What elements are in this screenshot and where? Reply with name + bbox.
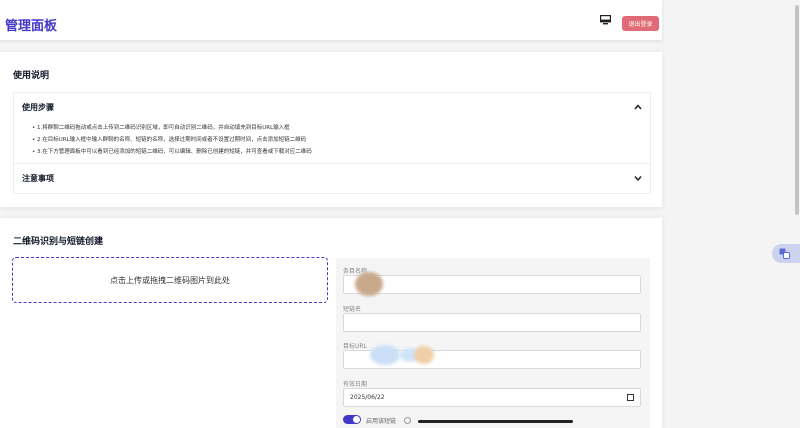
expiry-date-field[interactable]: 2025/06/22 [343, 388, 641, 407]
calendar-icon[interactable] [627, 394, 634, 401]
dropzone-text: 点击上传或拖拽二维码图片到此处 [110, 275, 230, 285]
expiry-label: 有效日期 [343, 381, 368, 388]
steps-list: 1.将群聊二维码拖动或点击上传到二维码识别区域，即可自动识别二维码，并自动填充到… [32, 122, 312, 158]
chevron-up-icon[interactable] [634, 104, 642, 110]
enable-toggle-label: 启用该短链 [366, 418, 397, 425]
usage-title: 使用说明 [13, 71, 50, 81]
scrollbar[interactable] [795, 5, 799, 215]
step-item: 2.在目标URL输入框中输入群聊的名称、短链的名称，选择过期时间或者不设置过期时… [32, 134, 312, 146]
target-url-label: 目标URL [343, 343, 367, 350]
translate-icon [779, 248, 790, 259]
blur-overlay [370, 345, 400, 365]
shortlink-label: 短链名 [343, 306, 362, 313]
chevron-down-icon[interactable] [634, 175, 642, 181]
notes-accordion: 注意事项 [13, 163, 651, 194]
qr-dropzone[interactable]: 点击上传或拖拽二维码图片到此处 [12, 257, 328, 303]
logout-button[interactable]: 退出登录 [622, 16, 659, 31]
step-item: 1.将群聊二维码拖动或点击上传到二维码识别区域，即可自动识别二维码，并自动填充到… [32, 122, 312, 134]
blur-overlay [355, 272, 383, 296]
expiry-date-value: 2025/06/22 [350, 394, 385, 401]
shortlink-field[interactable] [343, 313, 641, 332]
top-header: 管理面板 退出登录 [0, 0, 662, 40]
blur-overlay [414, 346, 434, 364]
name-field[interactable] [343, 275, 641, 294]
page-title: 管理面板 [5, 19, 58, 34]
steps-header[interactable]: 使用步骤 [22, 102, 54, 113]
notes-header[interactable]: 注意事项 [22, 173, 54, 184]
create-title: 二维码识别与短链创建 [13, 237, 104, 247]
step-item: 3.在下方管理面板中可以看到已经添加的短链二维码，可以编辑、删除已创建的短链，并… [32, 146, 312, 158]
monitor-icon[interactable] [600, 15, 611, 25]
floating-tool-button[interactable] [772, 244, 800, 263]
steps-accordion: 使用步骤 1.将群聊二维码拖动或点击上传到二维码识别区域，即可自动识别二维码，并… [13, 92, 651, 164]
